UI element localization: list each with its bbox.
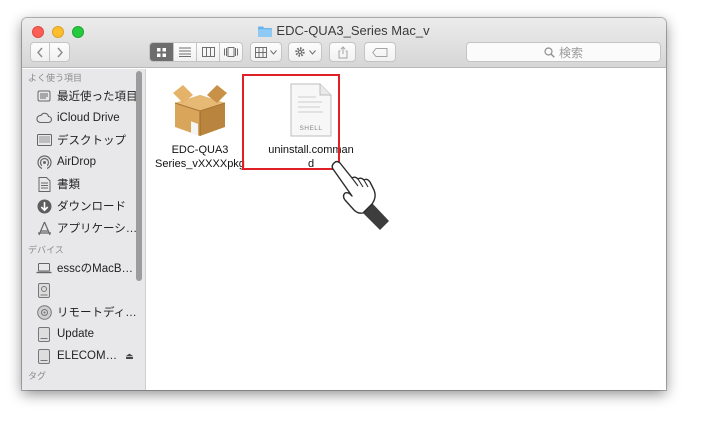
sidebar-item-documents[interactable]: 書類 [22,173,145,195]
favorites-header: よく使う項目 [28,73,83,83]
applications-icon [36,220,52,236]
sidebar-scrollbar[interactable] [136,71,142,281]
file-name-line1: EDC-QUA3 [171,144,229,156]
sidebar: よく使う項目 最近使った項目 iCloud Drive デスクトップ AirDr… [22,69,146,390]
coverflow-view-icon [224,47,238,57]
file-name-line2: Series_vXXXXpkg [155,158,245,170]
tag-button[interactable] [364,42,396,62]
sidebar-item-label: 最近使った項目 [57,91,138,103]
back-button[interactable] [31,43,50,61]
file-area: EDC-QUA3 Series_vXXXXpkg SHELL uninstall… [147,69,666,390]
column-view-button[interactable] [196,43,219,61]
sidebar-item-label: Update [57,328,95,340]
gear-icon [295,47,305,57]
action-button[interactable] [288,42,322,62]
chevron-down-icon [270,49,277,55]
sidebar-item-disk[interactable] [22,279,145,301]
coverflow-view-button[interactable] [219,43,242,61]
highlight-box [242,74,340,170]
search-field[interactable]: 検索 [466,42,661,62]
sidebar-item-applications[interactable]: アプリケーシ… [22,217,145,239]
sidebar-item-airdrop[interactable]: AirDrop [22,151,145,173]
view-mode-control [149,42,243,62]
share-button[interactable] [329,42,356,62]
chevron-down-icon [309,49,316,55]
sidebar-item-macbook[interactable]: esscのMacB… [22,257,145,279]
sidebar-item-label: ELECOM… [57,350,118,362]
arrange-button[interactable] [250,42,282,62]
icon-view-icon [157,47,166,57]
drive-icon [36,348,52,364]
sidebar-item-label: デスクトップ [57,135,126,147]
arrange-grid-icon [255,46,267,58]
pointing-hand-icon [328,160,390,234]
sidebar-item-label: アプリケーシ… [57,223,138,235]
devices-header: デバイス [28,245,64,255]
recents-icon [36,88,52,104]
window-title-text: EDC-QUA3_Series Mac_v [276,23,430,38]
sidebar-item-label: iCloud Drive [57,112,120,124]
sidebar-item-downloads[interactable]: ダウンロード [22,195,145,217]
sidebar-item-icloud[interactable]: iCloud Drive [22,107,145,129]
remote-disc-icon [36,304,52,320]
folder-icon [258,25,273,40]
search-placeholder: 検索 [558,45,583,60]
drive-icon [36,326,52,342]
eject-icon[interactable]: ⏏ [125,351,134,362]
sidebar-item-remote-disc[interactable]: リモートディ… [22,301,145,323]
chevron-right-icon [56,47,63,57]
search-icon [544,46,555,58]
sidebar-item-label: ダウンロード [57,201,126,213]
title-bar: EDC-QUA3_Series Mac_v 検索 [22,18,666,68]
sidebar-item-label: AirDrop [57,156,96,168]
window-title: EDC-QUA3_Series Mac_v [22,23,666,40]
disk-icon [36,282,52,298]
chevron-left-icon [37,47,43,57]
documents-icon [36,176,52,192]
forward-button[interactable] [50,43,69,61]
list-view-button[interactable] [173,43,196,61]
column-view-icon [201,47,215,57]
sidebar-item-elecom[interactable]: ELECOM… ⏏ [22,345,145,367]
back-forward-control [30,42,70,62]
sidebar-item-label: リモートディ… [57,307,137,319]
tag-icon [372,47,388,57]
sidebar-item-desktop[interactable]: デスクトップ [22,129,145,151]
sidebar-item-recents[interactable]: 最近使った項目 [22,85,145,107]
airdrop-icon [36,154,52,170]
tags-header: タグ [28,371,47,381]
icon-view-button[interactable] [150,43,173,61]
sidebar-item-label: 書類 [57,179,80,191]
sidebar-item-update[interactable]: Update [22,323,145,345]
download-icon [36,198,52,214]
laptop-icon [36,260,52,276]
desktop-icon [36,132,52,148]
package-icon [151,75,249,137]
list-view-icon [179,47,191,57]
cloud-icon [36,110,52,126]
file-item-package[interactable]: EDC-QUA3 Series_vXXXXpkg [151,75,249,171]
share-icon [338,45,347,58]
sidebar-item-label: esscのMacB… [57,263,134,275]
